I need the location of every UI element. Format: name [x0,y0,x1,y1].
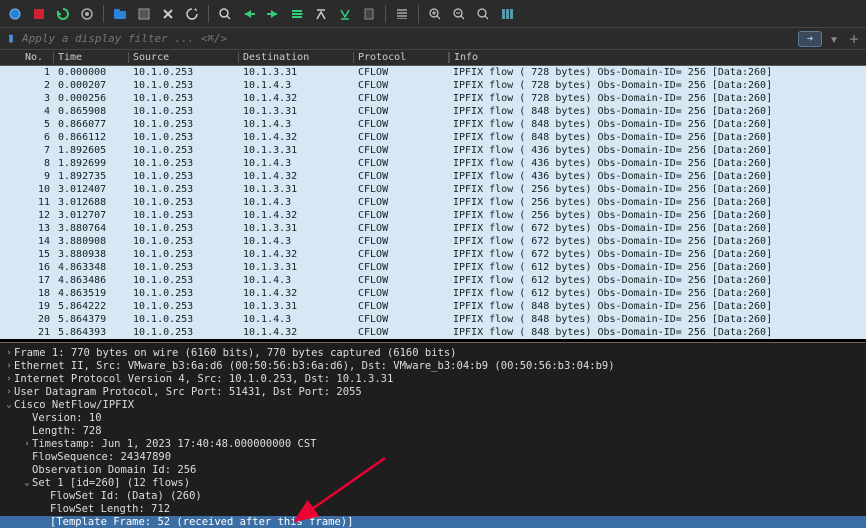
reload-icon[interactable] [181,3,203,25]
tree-label: [Template Frame: 52 (received after this… [50,516,353,528]
stop-capture-icon[interactable] [28,3,50,25]
packet-row[interactable]: 143.88090810.1.0.25310.1.4.3CFLOWIPFIX f… [0,235,866,248]
tree-node[interactable]: ⌄Set 1 [id=260] (12 flows) [0,477,866,490]
packet-row[interactable]: 40.86590810.1.0.25310.1.3.31CFLOWIPFIX f… [0,105,866,118]
tree-twisty-icon[interactable]: › [4,373,14,386]
go-last-icon[interactable] [334,3,356,25]
find-icon[interactable] [214,3,236,25]
packet-row[interactable]: 20.00020710.1.0.25310.1.4.3CFLOWIPFIX fl… [0,79,866,92]
tree-node[interactable]: Observation Domain Id: 256 [0,464,866,477]
tree-node[interactable]: [Template Frame: 52 (received after this… [0,516,866,528]
display-filter-input[interactable] [22,32,798,45]
start-capture-icon[interactable] [4,3,26,25]
col-time[interactable]: Time [54,52,129,63]
packet-list-header: No. Time Source Destination Protocol Inf… [0,50,866,66]
tree-label: Ethernet II, Src: VMware_b3:6a:d6 (00:50… [14,360,615,373]
tree-label: FlowSequence: 24347890 [32,451,171,464]
tree-label: User Datagram Protocol, Src Port: 51431,… [14,386,362,399]
tree-twisty-icon[interactable]: › [4,386,14,399]
zoom-in-icon[interactable] [424,3,446,25]
packet-row[interactable]: 205.86437910.1.0.25310.1.4.3CFLOWIPFIX f… [0,313,866,326]
tree-node[interactable]: ›Timestamp: Jun 1, 2023 17:40:48.0000000… [0,438,866,451]
filter-expression-button[interactable]: + [846,30,862,48]
go-forward-icon[interactable] [262,3,284,25]
packet-row[interactable]: 60.86611210.1.0.25310.1.4.32CFLOWIPFIX f… [0,131,866,144]
packet-row[interactable]: 215.86439310.1.0.25310.1.4.32CFLOWIPFIX … [0,326,866,339]
col-protocol[interactable]: Protocol [354,52,449,63]
packet-list-body[interactable]: 10.00000010.1.0.25310.1.3.31CFLOWIPFIX f… [0,66,866,339]
tree-node[interactable]: Length: 728 [0,425,866,438]
tree-node[interactable]: ›Internet Protocol Version 4, Src: 10.1.… [0,373,866,386]
tree-node[interactable]: ⌄Cisco NetFlow/IPFIX [0,399,866,412]
colorize-icon[interactable] [391,3,413,25]
tree-label: Cisco NetFlow/IPFIX [14,399,134,412]
tree-label: Frame 1: 770 bytes on wire (6160 bits), … [14,347,457,360]
tree-label: FlowSet Id: (Data) (260) [50,490,202,503]
tree-twisty-icon[interactable]: › [4,360,14,373]
col-source[interactable]: Source [129,52,239,63]
main-toolbar [0,0,866,28]
tree-label: Observation Domain Id: 256 [32,464,196,477]
packet-row[interactable]: 164.86334810.1.0.25310.1.3.31CFLOWIPFIX … [0,261,866,274]
packet-row[interactable]: 91.89273510.1.0.25310.1.4.32CFLOWIPFIX f… [0,170,866,183]
col-no[interactable]: No. [14,52,54,63]
tree-label: Internet Protocol Version 4, Src: 10.1.0… [14,373,393,386]
packet-details-panel[interactable]: ›Frame 1: 770 bytes on wire (6160 bits),… [0,342,866,528]
save-file-icon[interactable] [133,3,155,25]
auto-scroll-icon[interactable] [358,3,380,25]
col-destination[interactable]: Destination [239,52,354,63]
tree-node[interactable]: ›User Datagram Protocol, Src Port: 51431… [0,386,866,399]
tree-label: FlowSet Length: 712 [50,503,170,516]
packet-row[interactable]: 153.88093810.1.0.25310.1.4.32CFLOWIPFIX … [0,248,866,261]
tree-twisty-icon[interactable]: ⌄ [22,477,32,490]
tree-node[interactable]: FlowSequence: 24347890 [0,451,866,464]
packet-row[interactable]: 50.86607710.1.0.25310.1.4.3CFLOWIPFIX fl… [0,118,866,131]
open-file-icon[interactable] [109,3,131,25]
filter-add-button[interactable]: ▾ [826,30,842,48]
tree-node[interactable]: ›Frame 1: 770 bytes on wire (6160 bits),… [0,347,866,360]
packet-row[interactable]: 10.00000010.1.0.25310.1.3.31CFLOWIPFIX f… [0,66,866,79]
tree-label: Timestamp: Jun 1, 2023 17:40:48.00000000… [32,438,316,451]
display-filter-bar: ▮ ➔ ▾ + [0,28,866,50]
tree-label: Length: 728 [32,425,102,438]
tree-node[interactable]: FlowSet Id: (Data) (260) [0,490,866,503]
tree-node[interactable]: ›Ethernet II, Src: VMware_b3:6a:d6 (00:5… [0,360,866,373]
tree-twisty-icon[interactable]: › [4,347,14,360]
packet-list-panel[interactable]: No. Time Source Destination Protocol Inf… [0,50,866,342]
tree-twisty-icon[interactable]: ⌄ [4,399,14,412]
packet-row[interactable]: 133.88076410.1.0.25310.1.3.31CFLOWIPFIX … [0,222,866,235]
tree-node[interactable]: Version: 10 [0,412,866,425]
packet-row[interactable]: 113.01268810.1.0.25310.1.4.3CFLOWIPFIX f… [0,196,866,209]
tree-twisty-icon[interactable]: › [22,438,32,451]
go-to-packet-icon[interactable] [286,3,308,25]
tree-label: Set 1 [id=260] (12 flows) [32,477,190,490]
tree-node[interactable]: FlowSet Length: 712 [0,503,866,516]
zoom-out-icon[interactable] [448,3,470,25]
packet-row[interactable]: 30.00025610.1.0.25310.1.4.32CFLOWIPFIX f… [0,92,866,105]
packet-row[interactable]: 195.86422210.1.0.25310.1.3.31CFLOWIPFIX … [0,300,866,313]
filter-apply-button[interactable]: ➔ [798,31,822,47]
go-first-icon[interactable] [310,3,332,25]
resize-columns-icon[interactable] [496,3,518,25]
col-info[interactable]: Info [449,52,866,63]
bookmark-filter-icon[interactable]: ▮ [4,32,18,46]
packet-row[interactable]: 71.89260510.1.0.25310.1.3.31CFLOWIPFIX f… [0,144,866,157]
packet-row[interactable]: 184.86351910.1.0.25310.1.4.32CFLOWIPFIX … [0,287,866,300]
packet-row[interactable]: 103.01240710.1.0.25310.1.3.31CFLOWIPFIX … [0,183,866,196]
close-file-icon[interactable] [157,3,179,25]
tree-label: Version: 10 [32,412,102,425]
go-back-icon[interactable] [238,3,260,25]
restart-capture-icon[interactable] [52,3,74,25]
packet-row[interactable]: 123.01270710.1.0.25310.1.4.32CFLOWIPFIX … [0,209,866,222]
packet-row[interactable]: 174.86348610.1.0.25310.1.4.3CFLOWIPFIX f… [0,274,866,287]
options-icon[interactable] [76,3,98,25]
zoom-reset-icon[interactable] [472,3,494,25]
packet-row[interactable]: 81.89269910.1.0.25310.1.4.3CFLOWIPFIX fl… [0,157,866,170]
